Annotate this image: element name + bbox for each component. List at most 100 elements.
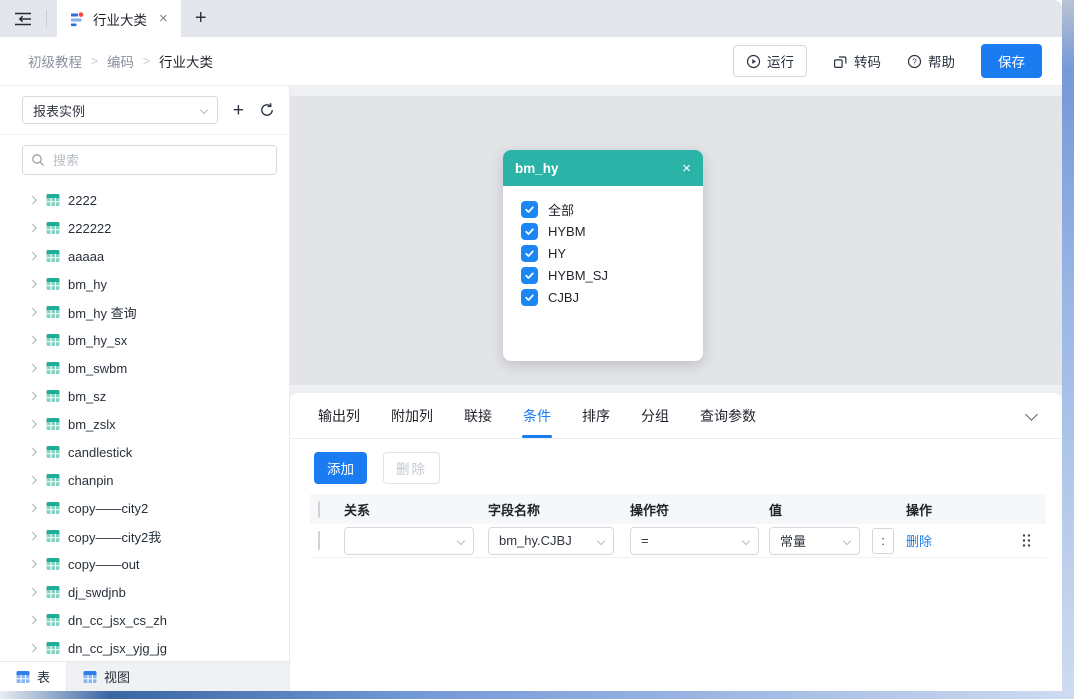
add-condition-button[interactable]: 添加: [314, 452, 367, 484]
transcode-button[interactable]: 转码: [833, 51, 881, 71]
condition-toolbar: 添加 删除: [314, 452, 1062, 484]
sidebar-bottom-tab[interactable]: 表: [0, 662, 67, 691]
checkbox-checked-icon[interactable]: [521, 223, 538, 240]
chevron-right-icon[interactable]: [30, 420, 38, 428]
checkbox-checked-icon[interactable]: [521, 201, 538, 218]
field-row[interactable]: HYBM_SJ: [521, 264, 703, 286]
search-input[interactable]: [22, 145, 277, 175]
new-tab-button[interactable]: +: [181, 0, 221, 37]
chevron-right-icon[interactable]: [30, 588, 38, 596]
tab-active[interactable]: 行业大类 ×: [57, 0, 181, 37]
panel-collapse-chevron-icon[interactable]: [1025, 408, 1038, 421]
table-icon: [46, 333, 60, 347]
row-checkbox[interactable]: [318, 531, 320, 550]
detail-tabs-row: 输出列 附加列 联接 条件 排序 分组: [290, 393, 1062, 439]
field-row[interactable]: HY: [521, 242, 703, 264]
add-instance-button[interactable]: +: [233, 101, 244, 120]
tree-item[interactable]: candlestick: [0, 438, 289, 466]
chevron-right-icon[interactable]: [30, 644, 38, 652]
detail-tab[interactable]: 查询参数: [700, 393, 756, 438]
breadcrumb-item[interactable]: 编码: [107, 51, 134, 71]
refresh-button[interactable]: [259, 102, 275, 118]
screen: 行业大类 × + 初级教程 > 编码 > 行业大类 运行: [0, 0, 1074, 699]
row-drag-handle[interactable]: [1006, 533, 1046, 548]
chevron-right-icon[interactable]: [30, 336, 38, 344]
sidebar-bottom-tab[interactable]: 视图: [67, 662, 289, 691]
tree-item[interactable]: copy——out: [0, 550, 289, 578]
chevron-right-icon[interactable]: [30, 560, 38, 568]
sidebar: 报表实例 +: [0, 86, 290, 691]
run-button[interactable]: 运行: [733, 45, 807, 77]
checkbox-checked-icon[interactable]: [521, 245, 538, 262]
field-select[interactable]: bm_hy.CJBJ: [488, 527, 614, 555]
chevron-right-icon[interactable]: [30, 252, 38, 260]
detail-tab[interactable]: 附加列: [391, 393, 433, 438]
chevron-right-icon[interactable]: [30, 308, 38, 316]
tab-close-icon[interactable]: ×: [159, 11, 168, 26]
tree-item[interactable]: chanpin: [0, 466, 289, 494]
tree-item[interactable]: bm_sz: [0, 382, 289, 410]
value-type-select[interactable]: 常量: [769, 527, 860, 555]
table-card-header[interactable]: bm_hy ×: [503, 150, 703, 186]
tree-item[interactable]: bm_swbm: [0, 354, 289, 382]
select-all-checkbox[interactable]: [318, 501, 320, 518]
detail-tab[interactable]: 分组: [641, 393, 669, 438]
chevron-right-icon[interactable]: [30, 196, 38, 204]
table-icon: [46, 249, 60, 263]
collapse-sidebar-button[interactable]: [0, 0, 46, 37]
tree-item[interactable]: 222222: [0, 214, 289, 242]
field-row[interactable]: CJBJ: [521, 286, 703, 308]
chevron-right-icon[interactable]: [30, 448, 38, 456]
tree-item[interactable]: bm_hy_sx: [0, 326, 289, 354]
help-button[interactable]: ? 帮助: [907, 51, 955, 71]
chevron-right-icon[interactable]: [30, 504, 38, 512]
chevron-right-icon[interactable]: [30, 392, 38, 400]
tree-item[interactable]: 2222: [0, 186, 289, 214]
detail-tab[interactable]: 联接: [464, 393, 492, 438]
menu-fold-icon: [14, 12, 32, 26]
chevron-right-icon[interactable]: [30, 364, 38, 372]
detail-tab[interactable]: 输出列: [318, 393, 360, 438]
checkbox-checked-icon[interactable]: [521, 267, 538, 284]
relation-select[interactable]: [344, 527, 474, 555]
six-dots-icon: [1021, 533, 1032, 548]
delete-condition-button[interactable]: 删除: [383, 452, 440, 484]
chevron-right-icon[interactable]: [30, 224, 38, 232]
checkbox-checked-icon[interactable]: [521, 289, 538, 306]
detail-tab[interactable]: 排序: [582, 393, 610, 438]
field-row[interactable]: HYBM: [521, 220, 703, 242]
chevron-right-icon[interactable]: [30, 616, 38, 624]
tree-item-label: candlestick: [68, 445, 132, 460]
tree-item[interactable]: copy——city2我: [0, 522, 289, 550]
instance-type-select[interactable]: 报表实例: [22, 96, 218, 124]
tree-item[interactable]: dj_swdjnb: [0, 578, 289, 606]
save-button[interactable]: 保存: [981, 44, 1042, 78]
chevron-right-icon[interactable]: [30, 280, 38, 288]
delete-row-link[interactable]: 删除: [906, 534, 932, 549]
search-wrap: [0, 135, 289, 183]
breadcrumb-item[interactable]: 初级教程: [28, 51, 82, 71]
tree-item[interactable]: dn_cc_jsx_cs_zh: [0, 606, 289, 634]
card-close-icon[interactable]: ×: [682, 161, 691, 176]
tree-item[interactable]: bm_hy: [0, 270, 289, 298]
tree-item-label: bm_hy: [68, 277, 107, 292]
tree-item-label: bm_zslx: [68, 417, 116, 432]
query-canvas[interactable]: bm_hy ×: [290, 96, 1062, 385]
tree-item[interactable]: aaaaa: [0, 242, 289, 270]
tree-item[interactable]: bm_hy 查询: [0, 298, 289, 326]
chevron-right-icon[interactable]: [30, 532, 38, 540]
app-window: 行业大类 × + 初级教程 > 编码 > 行业大类 运行: [0, 0, 1062, 691]
table-icon: [46, 585, 60, 599]
chevron-right-icon[interactable]: [30, 476, 38, 484]
tree-item-label: bm_hy_sx: [68, 333, 127, 348]
operator-select[interactable]: =: [630, 527, 759, 555]
tree-item-label: dn_cc_jsx_yjg_jg: [68, 641, 167, 656]
table-view-icon: [16, 670, 30, 684]
table-card-bm_hy[interactable]: bm_hy ×: [503, 150, 703, 361]
tree-item[interactable]: copy——city2: [0, 494, 289, 522]
detail-tab[interactable]: 条件: [523, 393, 551, 438]
tree-item[interactable]: bm_zslx: [0, 410, 289, 438]
field-row[interactable]: 全部: [521, 198, 703, 220]
value-more-button[interactable]: :: [872, 528, 894, 554]
tree-item[interactable]: dn_cc_jsx_yjg_jg: [0, 634, 289, 661]
